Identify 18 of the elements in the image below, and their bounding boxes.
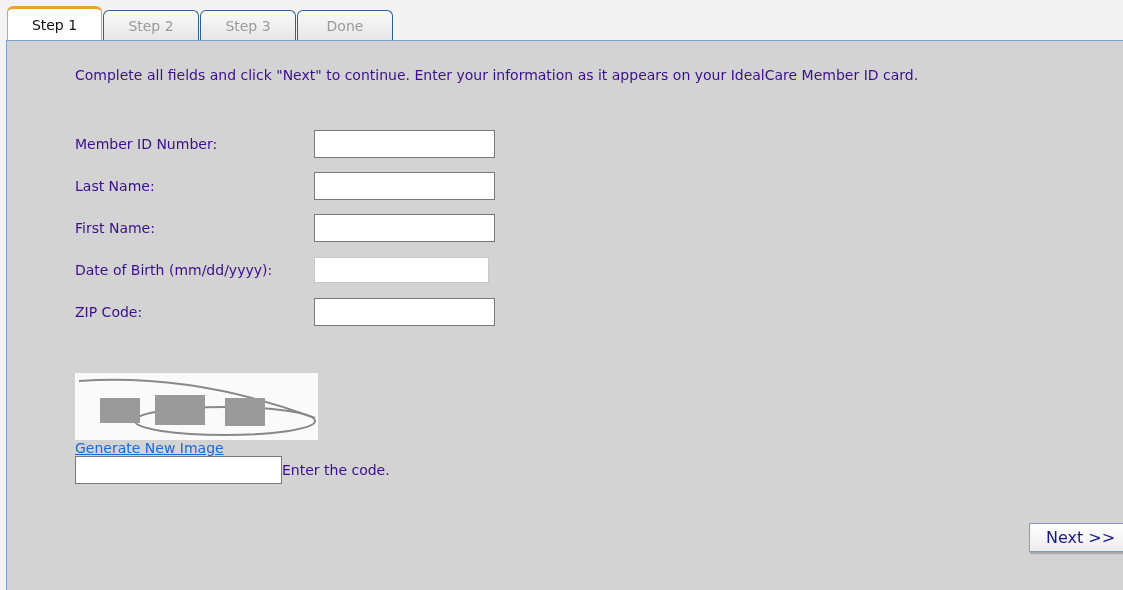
input-field[interactable] [314,172,495,200]
generate-image-link[interactable]: Generate New Image [75,440,224,456]
field-label: Last Name: [75,178,156,194]
tab[interactable]: Done [297,10,393,40]
field-label: Member ID Number: [75,136,219,152]
field-label: ZIP Code: [75,304,144,320]
field-label: Date of Birth (mm/dd/yyyy): [75,262,274,278]
field-label: First Name: [75,220,156,236]
instructions: Complete all fields and click "Next" to continue. Enter your information as it appears on your IdealCare Member ID card. [75,67,920,83]
code-input-field[interactable] [75,456,282,484]
input-field[interactable] [314,214,495,242]
code-hint: Enter the code. [282,462,390,478]
input-field[interactable] [314,298,495,326]
tab[interactable]: Step 1 [7,6,102,40]
input-field[interactable] [314,130,495,158]
next-button[interactable]: Next >> [1029,523,1123,552]
tab[interactable]: Step 2 [103,10,199,40]
tab[interactable]: Step 3 [200,10,296,40]
